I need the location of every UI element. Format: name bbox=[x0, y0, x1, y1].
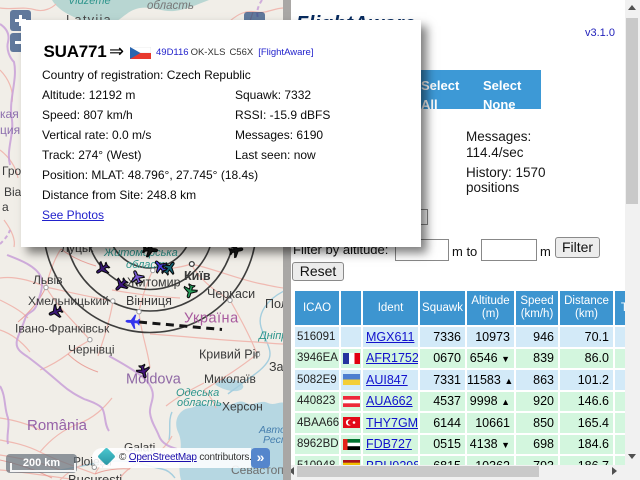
svg-text:Гро: Гро bbox=[2, 164, 21, 178]
svg-text:Vidzeme: Vidzeme bbox=[68, 0, 111, 7]
svg-text:Львів: Львів bbox=[33, 273, 63, 287]
svg-text:область: область bbox=[147, 0, 194, 12]
svg-text:Кривий Ріг: Кривий Ріг bbox=[199, 348, 260, 362]
svg-text:România: România bbox=[27, 417, 88, 434]
svg-text:Полтава: Полтава bbox=[265, 297, 283, 311]
svg-text:ция: ция bbox=[0, 123, 20, 137]
svg-text:București: București bbox=[68, 472, 122, 480]
svg-text:Івано-Франківськ: Івано-Франківськ bbox=[15, 322, 110, 336]
svg-text:Хмельницький: Хмельницький bbox=[28, 294, 109, 308]
svg-text:Херсон: Херсон bbox=[222, 400, 263, 414]
svg-text:Запоріжжя: Запоріжжя bbox=[269, 360, 283, 374]
svg-text:Вінниця: Вінниця bbox=[126, 294, 172, 308]
svg-text:область: область bbox=[177, 397, 222, 409]
svg-text:Moldova: Moldova bbox=[126, 372, 182, 388]
svg-text:a: a bbox=[2, 200, 9, 214]
svg-text:кая: кая bbox=[0, 107, 19, 121]
svg-text:Республіка: Республіка bbox=[263, 434, 283, 446]
svg-text:Дніпропетр: Дніпропетр bbox=[257, 330, 283, 342]
svg-text:Київ: Київ bbox=[184, 269, 211, 283]
svg-text:Черкаси: Черкаси bbox=[207, 287, 255, 301]
svg-text:Bia: Bia bbox=[4, 185, 22, 199]
svg-text:Чернівці: Чернівці bbox=[68, 343, 115, 357]
svg-text:Україна: Україна bbox=[184, 311, 239, 327]
svg-text:Житомирська: Житомирська bbox=[103, 247, 178, 259]
svg-text:Миколаїв: Миколаїв bbox=[204, 372, 256, 386]
